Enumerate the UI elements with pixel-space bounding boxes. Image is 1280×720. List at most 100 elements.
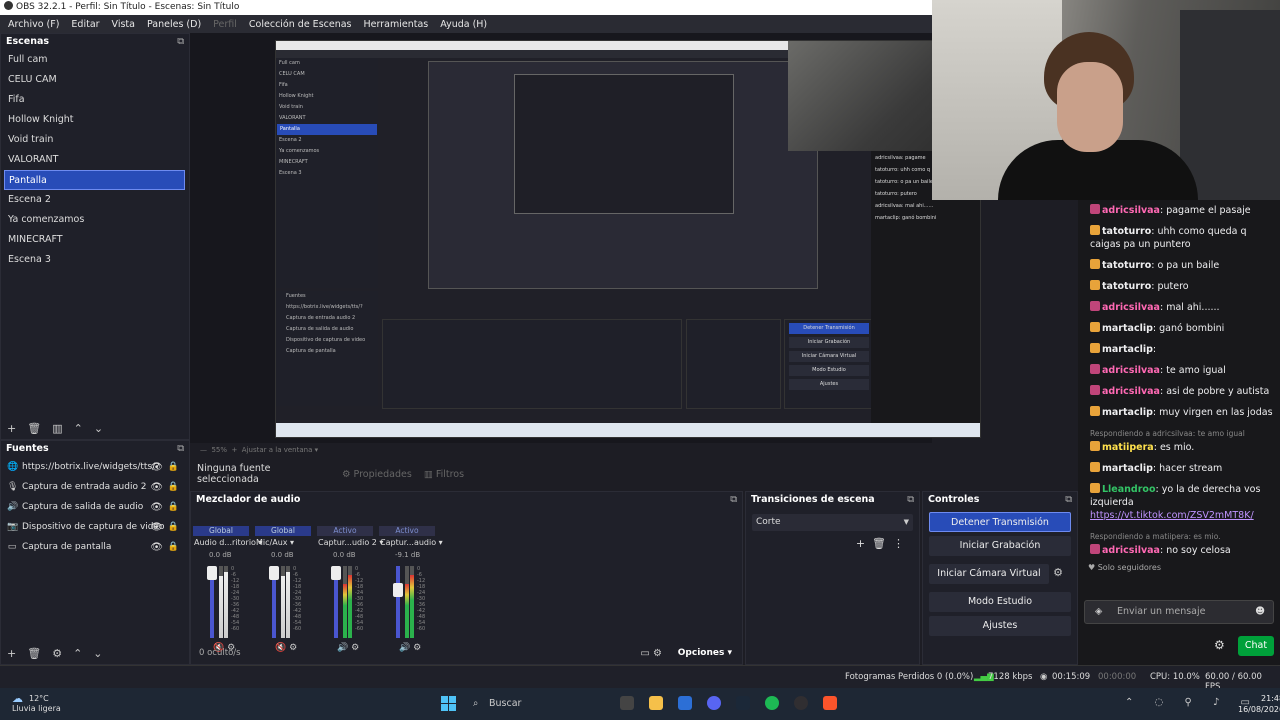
filters-button[interactable]: ▥ Filtros bbox=[424, 469, 464, 480]
start-recording-button[interactable]: Iniciar Grabación bbox=[929, 536, 1071, 556]
chat-username[interactable]: tatoturro bbox=[1102, 226, 1151, 237]
start-button[interactable] bbox=[441, 696, 456, 711]
chat-username[interactable]: adricsilvaa bbox=[1102, 302, 1160, 313]
chat-username[interactable]: tatoturro bbox=[1102, 260, 1151, 271]
menu-item[interactable]: Colección de Escenas bbox=[243, 19, 358, 30]
source-item[interactable]: ▭ Captura de pantalla 👁 🔒 bbox=[1, 537, 189, 557]
undock-icon[interactable]: ⧉ bbox=[730, 492, 737, 508]
scene-item[interactable]: VALORANT bbox=[1, 150, 189, 170]
chat-username[interactable]: adricsilvaa bbox=[1102, 545, 1160, 556]
scene-item[interactable]: Fifa bbox=[1, 90, 189, 110]
more-icon[interactable]: ⋮ bbox=[893, 537, 911, 550]
chat-username[interactable]: adricsilvaa bbox=[1102, 365, 1160, 376]
lock-icon[interactable]: 🔒 bbox=[168, 482, 179, 492]
scale-label[interactable]: Ajustar a la ventana bbox=[242, 446, 313, 454]
slider-handle[interactable] bbox=[331, 566, 341, 580]
chat-username[interactable]: martaclip bbox=[1102, 407, 1153, 418]
folder-icon[interactable] bbox=[649, 696, 663, 710]
chat-username[interactable]: martaclip bbox=[1102, 463, 1153, 474]
menu-item[interactable]: Editar bbox=[65, 19, 105, 30]
gear-icon[interactable]: ⚙ bbox=[1214, 638, 1225, 652]
undock-icon[interactable]: ⧉ bbox=[1065, 492, 1072, 508]
menu-item[interactable]: Vista bbox=[106, 19, 141, 30]
source-item[interactable]: 🔊 Captura de salida de audio 👁 🔒 bbox=[1, 497, 189, 517]
source-item[interactable]: 🎙 Captura de entrada audio 2 👁 🔒 bbox=[1, 477, 189, 497]
undock-icon[interactable]: ⧉ bbox=[907, 492, 914, 508]
chat-send-button[interactable]: Chat bbox=[1238, 636, 1274, 656]
remove-source-icon[interactable]: 🗑 bbox=[27, 647, 41, 660]
menu-item[interactable]: Herramientas bbox=[358, 19, 435, 30]
settings-button[interactable]: Ajustes bbox=[929, 616, 1071, 636]
spotify-icon[interactable] bbox=[765, 696, 779, 710]
lock-icon[interactable]: 🔒 bbox=[168, 542, 179, 552]
eye-icon[interactable]: 👁 bbox=[150, 482, 163, 493]
lock-icon[interactable]: 🔒 bbox=[168, 522, 179, 532]
add-icon[interactable]: + bbox=[856, 537, 872, 550]
virtual-camera-button[interactable]: Iniciar Cámara Virtual bbox=[929, 564, 1049, 584]
taskview-icon[interactable] bbox=[620, 696, 634, 710]
trash-icon[interactable]: 🗑 bbox=[872, 537, 893, 550]
scene-item[interactable]: Escena 3 bbox=[1, 250, 189, 270]
chat-link[interactable]: https://vt.tiktok.com/ZSV2mMT8K/ bbox=[1090, 510, 1254, 521]
lock-icon[interactable]: 🔒 bbox=[168, 502, 179, 512]
scene-item[interactable]: Pantalla bbox=[4, 170, 185, 190]
add-source-icon[interactable]: + bbox=[7, 647, 16, 660]
studio-mode-button[interactable]: Modo Estudio bbox=[929, 592, 1071, 612]
scene-item[interactable]: MINECRAFT bbox=[1, 230, 189, 250]
volume-slider[interactable] bbox=[396, 566, 400, 638]
undock-icon[interactable]: ⧉ bbox=[177, 34, 184, 50]
menu-item[interactable]: Archivo (F) bbox=[2, 19, 65, 30]
move-down-icon[interactable]: ⌄ bbox=[94, 422, 103, 435]
filter-icon[interactable]: ▥ bbox=[52, 422, 62, 435]
chat-input[interactable]: ◈ Enviar un mensaje ☻ bbox=[1084, 600, 1274, 624]
source-item[interactable]: 🌐 https://botrix.live/widgets/tts/? 👁 🔒 bbox=[1, 457, 189, 477]
chat-username[interactable]: adricsilvaa bbox=[1102, 205, 1160, 216]
slider-handle[interactable] bbox=[393, 582, 403, 597]
chat-username[interactable]: martaclip bbox=[1102, 344, 1153, 355]
eye-icon[interactable]: 👁 bbox=[150, 542, 163, 553]
weather-widget[interactable]: ☁ 12°C Lluvia ligera bbox=[12, 693, 61, 714]
emote-icon[interactable]: ☻ bbox=[1255, 601, 1265, 623]
gear-icon[interactable]: ⚙ bbox=[1049, 566, 1067, 579]
lock-icon[interactable]: 🔒 bbox=[168, 462, 179, 472]
store-icon[interactable] bbox=[678, 696, 692, 710]
steam-icon[interactable] bbox=[736, 696, 750, 710]
slider-handle[interactable] bbox=[207, 566, 217, 580]
move-down-icon[interactable]: ⌄ bbox=[93, 647, 102, 660]
stop-stream-button[interactable]: Detener Transmisión bbox=[929, 512, 1071, 532]
discord-icon[interactable] bbox=[707, 696, 721, 710]
scene-item[interactable]: Escena 2 bbox=[1, 190, 189, 210]
properties-button[interactable]: ⚙ Propiedades bbox=[342, 469, 412, 480]
menu-item[interactable]: Paneles (D) bbox=[141, 19, 207, 30]
taskbar-search[interactable]: ⌕ Buscar bbox=[470, 695, 635, 713]
add-scene-icon[interactable]: + bbox=[7, 422, 16, 435]
scene-item[interactable]: Void train bbox=[1, 130, 189, 150]
source-item[interactable]: 📷 Dispositivo de captura de video 👁 🔒 bbox=[1, 517, 189, 537]
preview-canvas[interactable]: Full cam CELU CAM Fifa Hollow Knight Void tr… bbox=[190, 33, 981, 443]
remove-scene-icon[interactable]: 🗑 bbox=[27, 422, 41, 435]
chat-username[interactable]: adricsilvaa bbox=[1102, 386, 1160, 397]
chat-username[interactable]: martaclip bbox=[1102, 323, 1153, 334]
scene-item[interactable]: Hollow Knight bbox=[1, 110, 189, 130]
eye-icon[interactable]: 👁 bbox=[150, 462, 163, 473]
scene-item[interactable]: CELU CAM bbox=[1, 70, 189, 90]
chat-username[interactable]: Lleandroo bbox=[1102, 484, 1155, 495]
move-up-icon[interactable]: ⌃ bbox=[73, 647, 82, 660]
move-up-icon[interactable]: ⌃ bbox=[74, 422, 83, 435]
transition-select[interactable]: Corte bbox=[752, 514, 913, 531]
menu-item[interactable]: Ayuda (H) bbox=[434, 19, 493, 30]
undock-icon[interactable]: ⧉ bbox=[177, 441, 184, 457]
gear-icon[interactable]: ⚙ bbox=[52, 647, 62, 660]
layout-icon[interactable]: ▭ ⚙ bbox=[640, 648, 662, 659]
chat-username[interactable]: matiipera bbox=[1102, 442, 1154, 453]
menu-item[interactable]: Perfil bbox=[207, 19, 243, 30]
eye-icon[interactable]: 👁 bbox=[150, 502, 163, 513]
mixer-options-button[interactable]: Opciones ▾ bbox=[678, 648, 732, 658]
chat-username[interactable]: tatoturro bbox=[1102, 281, 1151, 292]
eye-icon[interactable]: 👁 bbox=[150, 522, 163, 533]
obs-icon[interactable] bbox=[794, 696, 808, 710]
slider-handle[interactable] bbox=[269, 566, 279, 580]
brave-icon[interactable] bbox=[823, 696, 837, 710]
scene-item[interactable]: Ya comenzamos bbox=[1, 210, 189, 230]
clock[interactable]: 21:4816/08/2026 bbox=[1238, 693, 1280, 715]
